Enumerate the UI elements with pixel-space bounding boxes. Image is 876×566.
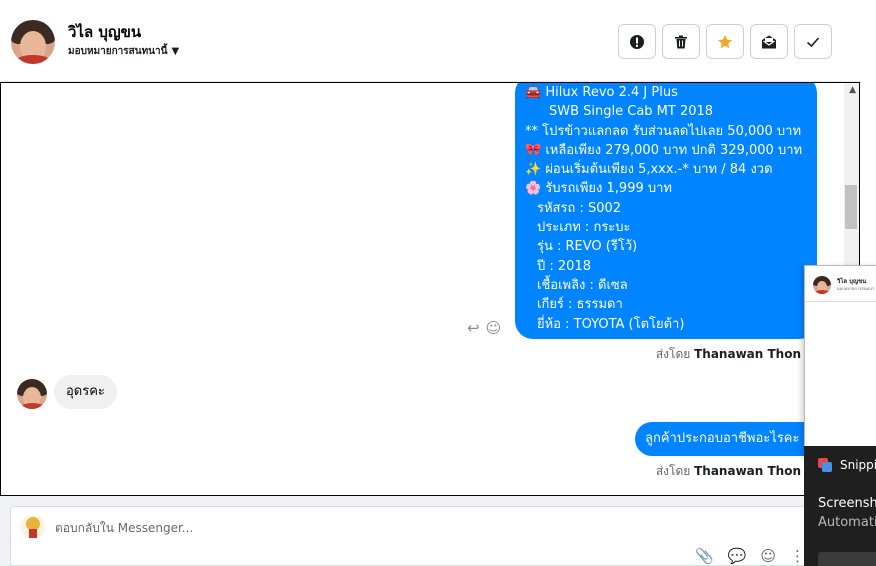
reply-input[interactable] <box>55 521 355 535</box>
outgoing-message-car-listing[interactable]: 🚘 Hilux Revo 2.4 J Plus SWB Single Cab M… <box>515 83 817 339</box>
trash-icon <box>675 35 687 48</box>
assign-label: มอบหมายการสนทนานี้ <box>68 46 168 57</box>
card-line: ✨ ผ่อนเริ่มต้นเพียง 5,xxx.-* บาท / 84 งว… <box>525 162 773 178</box>
sent-by-prefix: ส่งโดย <box>655 464 691 478</box>
notification-action-button[interactable] <box>818 552 876 566</box>
spam-button[interactable] <box>618 24 656 59</box>
scrollbar-thumb[interactable] <box>845 185 857 229</box>
messenger-inbox-window: วิไล บุญขน มอบหมายการสนทนานี้ ▼ 🚘 Hilux … <box>0 0 876 566</box>
exclamation-icon <box>630 34 644 49</box>
sent-by-label: ส่งโดย Thanawan Thon <box>656 462 801 481</box>
card-line: ยี่ห้อ : TOYOTA (โตโยต้า) <box>537 316 685 332</box>
card-line: รุ่น : REVO (รีโว้) <box>537 239 638 255</box>
preview-sub: มอบหมายการสนทนา <box>837 286 875 291</box>
attachment-icon[interactable]: 📎 <box>695 547 714 565</box>
saved-replies-icon[interactable]: 💬 <box>728 547 747 565</box>
snipping-tool-icon <box>818 458 832 472</box>
reply-composer: 📎 💬 ☺ ⋮ <box>10 506 810 566</box>
snipping-tool-notification[interactable]: Snippi Screensho Automati <box>804 446 876 566</box>
outgoing-message-question[interactable]: ลูกค้าประกอบอาชีพอะไรคะ <box>635 422 825 456</box>
conversation-header: วิไล บุญขน มอบหมายการสนทนานี้ ▼ <box>0 0 860 82</box>
checkmark-icon <box>806 36 820 47</box>
floating-preview-window[interactable]: วิไล บุญขน มอบหมายการสนทนา <box>804 265 876 455</box>
more-icon[interactable]: ⋮ <box>790 547 805 565</box>
preview-avatar <box>813 276 831 294</box>
page-avatar <box>21 515 45 539</box>
header-actions <box>618 24 832 59</box>
card-line: เกียร์ : ธรรมดา <box>537 297 623 313</box>
emoji-reaction-icon[interactable]: ☺ <box>486 319 502 337</box>
assign-conversation-dropdown[interactable]: มอบหมายการสนทนานี้ ▼ <box>68 44 179 59</box>
reply-icon[interactable]: ↩ <box>467 319 480 337</box>
contact-name[interactable]: วิไล บุญขน <box>68 20 141 44</box>
message-tools: ↩ ☺ <box>467 319 501 337</box>
star-icon <box>717 34 733 48</box>
envelope-icon <box>762 35 776 48</box>
caret-down-icon: ▼ <box>171 46 180 57</box>
card-line: SWB Single Cab MT 2018 <box>549 104 714 120</box>
mark-unread-button[interactable] <box>750 24 788 59</box>
card-line: ประเภท : กระบะ <box>537 220 631 236</box>
notification-subtitle: Automati <box>818 515 876 530</box>
card-line: 🌸 รับรถเพียง 1,999 บาท <box>525 181 672 197</box>
notification-app: Snippi <box>818 458 876 472</box>
sent-by-prefix: ส่งโดย <box>655 347 691 361</box>
delete-button[interactable] <box>662 24 700 59</box>
incoming-message[interactable]: อุดรคะ <box>54 375 117 409</box>
contact-avatar[interactable] <box>11 20 55 64</box>
sent-by-name: Thanawan Thon <box>694 464 801 478</box>
sent-by-label: ส่งโดย Thanawan Thon <box>656 345 801 364</box>
preview-header: วิไล บุญขน มอบหมายการสนทนา <box>805 266 876 302</box>
card-line: เชื้อเพลิง : ดีเซล <box>537 277 628 293</box>
scroll-up-arrow-icon[interactable]: ▲ <box>849 85 856 95</box>
sent-by-name: Thanawan Thon <box>694 347 801 361</box>
notification-title: Screensho <box>818 496 876 511</box>
message-thread[interactable]: 🚘 Hilux Revo 2.4 J Plus SWB Single Cab M… <box>0 82 860 496</box>
notification-app-name: Snippi <box>840 458 876 472</box>
card-line: 🚘 Hilux Revo 2.4 J Plus <box>525 85 678 100</box>
done-button[interactable] <box>794 24 832 59</box>
card-line: ปี : 2018 <box>537 258 591 274</box>
card-line: ** โปรข้าวแลกลด รับส่วนลดไปเลย 50,000 บา… <box>525 123 802 139</box>
composer-tools: 📎 💬 ☺ ⋮ <box>695 547 805 565</box>
emoji-icon[interactable]: ☺ <box>760 547 776 565</box>
contact-avatar-small[interactable] <box>17 379 47 409</box>
card-line: รหัสรถ : S002 <box>537 200 622 216</box>
card-line: 🎀 เหลือเพียง 279,000 บาท ปกติ 329,000 บา… <box>525 142 803 158</box>
star-button[interactable] <box>706 24 744 59</box>
